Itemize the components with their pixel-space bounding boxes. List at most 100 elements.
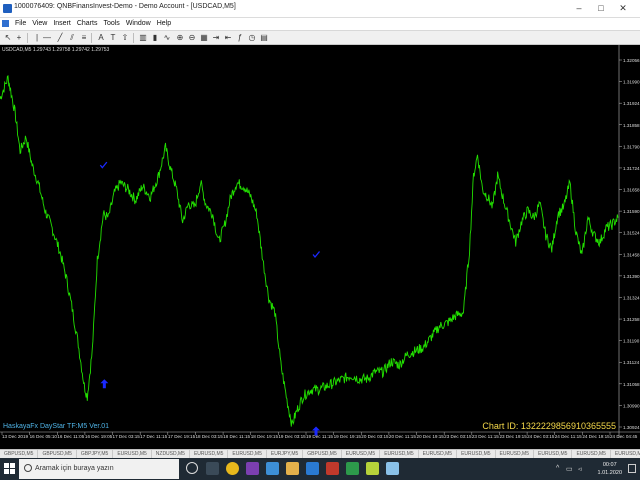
- notification-icon[interactable]: [628, 464, 636, 473]
- metatrader-taskbar-icon[interactable]: [366, 462, 379, 475]
- visual-studio-icon[interactable]: [246, 462, 259, 475]
- channel-icon[interactable]: ⫽: [67, 33, 77, 43]
- zoom-in-icon[interactable]: ⊕: [175, 33, 185, 43]
- y-tick-label: 1.30990: [623, 403, 640, 408]
- y-tick-label: 1.31858: [623, 123, 640, 128]
- y-tick-label: 1.31458: [623, 252, 640, 257]
- toolbar-divider: [91, 33, 92, 43]
- bar-chart-icon[interactable]: ▥: [138, 33, 148, 43]
- edge-icon[interactable]: [266, 462, 279, 475]
- chart-tab[interactable]: EURUSD,M5: [611, 450, 640, 458]
- window-title: 1000076409: QNBFinansInvest-Demo - Demo …: [14, 3, 236, 10]
- menu-tools[interactable]: Tools: [100, 19, 122, 29]
- zoom-out-icon[interactable]: ⊖: [187, 33, 197, 43]
- chrome-icon[interactable]: [226, 462, 239, 475]
- minimize-button[interactable]: –: [570, 2, 588, 15]
- menu-window[interactable]: Window: [123, 19, 154, 29]
- x-tick-label: 16 Dec 11:05: [57, 434, 84, 438]
- tile-windows-icon[interactable]: ▦: [199, 33, 209, 43]
- chart-tab[interactable]: EURUSD,M5: [113, 450, 152, 458]
- chart-tab[interactable]: GBPJPY,M5: [77, 450, 114, 458]
- chart-tab[interactable]: EURUSD,M5: [534, 450, 573, 458]
- x-tick-label: 24 Dec 19:15: [582, 434, 610, 438]
- y-tick-label: 1.31790: [623, 144, 640, 149]
- x-tick-label: 19 Dec 11:15: [306, 434, 333, 438]
- y-tick-label: 1.30924: [623, 425, 640, 430]
- chart-tab[interactable]: EURUSD,M5: [496, 450, 534, 458]
- x-tick-label: 20 Dec 11:15: [389, 434, 416, 438]
- chart-tab[interactable]: GBPUSD,M5: [38, 450, 77, 458]
- fibonacci-icon[interactable]: ≡: [79, 33, 89, 43]
- menu-insert[interactable]: Insert: [50, 19, 74, 29]
- close-button[interactable]: ✕: [614, 2, 632, 15]
- taskbar-clock[interactable]: 00:07 1.01.2020: [598, 461, 622, 477]
- chart-area[interactable]: 1.32056 1.31990 1.31924 1.31858 1.31790 1.317…: [0, 45, 640, 438]
- x-tick-label: 20 Dec 03:15: [361, 434, 389, 438]
- mail-icon[interactable]: [326, 462, 339, 475]
- menu-view[interactable]: View: [29, 19, 50, 29]
- arrow-marker-icon[interactable]: ⇧: [120, 33, 130, 43]
- cortana-icon[interactable]: [186, 462, 198, 474]
- maximize-button[interactable]: □: [592, 2, 610, 15]
- chart-tab[interactable]: EURJPY,M5: [267, 450, 304, 458]
- x-tick-label: 18 Dec 19:15: [251, 434, 279, 438]
- chart-tab[interactable]: EURUSD,M5: [342, 450, 381, 458]
- y-tick-label: 1.31190: [623, 339, 640, 344]
- windows-start-icon[interactable]: [4, 463, 16, 475]
- chart-id-label: Chart ID: 1322229856910365555: [482, 421, 616, 431]
- horizontal-line-icon[interactable]: —: [42, 33, 52, 43]
- chart-tab[interactable]: GBPUSD,M5: [303, 450, 342, 458]
- volume-icon[interactable]: ◃: [578, 465, 582, 473]
- vertical-line-icon[interactable]: |: [32, 33, 42, 43]
- app-icon: [3, 4, 12, 13]
- price-chart[interactable]: 1.32056 1.31990 1.31924 1.31858 1.31790 1.317…: [0, 45, 640, 438]
- taskbar: Aramak için buraya yazın ^ ▭ ◃ 00:07 1.0…: [0, 458, 640, 480]
- line-chart-icon[interactable]: ∿: [162, 33, 172, 43]
- autoscroll-icon[interactable]: ⇥: [211, 33, 221, 43]
- x-tick-label: 19 Dec 19:15: [334, 434, 362, 438]
- metatrader-taskbar-icon-2[interactable]: [386, 462, 399, 475]
- cursor-icon[interactable]: ↖: [3, 33, 13, 43]
- templates-icon[interactable]: ▤: [259, 33, 269, 43]
- x-tick-label: 23 Dec 19:15: [499, 434, 527, 438]
- tray-chevron-icon[interactable]: ^: [556, 465, 559, 472]
- task-view-icon[interactable]: [206, 462, 219, 475]
- chart-tab[interactable]: EURUSD,M5: [419, 450, 458, 458]
- store-icon[interactable]: [306, 462, 319, 475]
- network-icon[interactable]: ▭: [566, 465, 573, 473]
- x-tick-label: 23 Dec 03:15: [444, 434, 472, 438]
- chart-tab[interactable]: EURUSD,M5: [457, 450, 496, 458]
- y-tick-label: 1.31924: [623, 101, 640, 106]
- x-tick-label: 18 Dec 03:15: [195, 434, 223, 438]
- menu-help[interactable]: Help: [154, 19, 174, 29]
- x-tick-label: 24 Dec 03:15: [527, 434, 555, 438]
- chart-tab[interactable]: EURUSD,M5: [190, 450, 229, 458]
- indicator-label: HaskayaFx DayStar TF:M5 Ver.01: [3, 423, 110, 430]
- price-series-line: [0, 75, 619, 427]
- periods-icon[interactable]: ◷: [247, 33, 257, 43]
- search-placeholder: Aramak için buraya yazın: [35, 465, 114, 472]
- y-tick-label: 1.31990: [623, 80, 640, 85]
- chart-header: USDCAD,M5 1.29743 1.29758 1.29742 1.2975…: [2, 47, 110, 53]
- chart-tab[interactable]: EURUSD,M5: [572, 450, 611, 458]
- chart-tab[interactable]: EURUSD,M5: [228, 450, 267, 458]
- label-icon[interactable]: T: [108, 33, 118, 43]
- menu-bar: File View Insert Charts Tools Window Hel…: [0, 18, 640, 30]
- y-tick-label: 1.31124: [623, 360, 640, 365]
- candlestick-icon[interactable]: ▮: [150, 33, 160, 43]
- x-tick-label: 16 Dec 05:10: [30, 434, 58, 438]
- chart-shift-icon[interactable]: ⇤: [223, 33, 233, 43]
- x-tick-label: 24 Dec 11:15: [555, 434, 582, 438]
- taskbar-search[interactable]: Aramak için buraya yazın: [19, 459, 179, 479]
- excel-icon[interactable]: [346, 462, 359, 475]
- indicators-icon[interactable]: ƒ: [235, 33, 245, 43]
- crosshair-icon[interactable]: +: [14, 33, 24, 43]
- menu-charts[interactable]: Charts: [74, 19, 101, 29]
- menu-file[interactable]: File: [12, 19, 29, 29]
- chart-tab[interactable]: NZDUSD,M5: [152, 450, 190, 458]
- trendline-icon[interactable]: ╱: [55, 33, 65, 43]
- file-explorer-icon[interactable]: [286, 462, 299, 475]
- chart-tab[interactable]: GBPUSD,M5: [0, 450, 39, 458]
- chart-tab[interactable]: EURUSD,M5: [380, 450, 419, 458]
- text-icon[interactable]: A: [96, 33, 106, 43]
